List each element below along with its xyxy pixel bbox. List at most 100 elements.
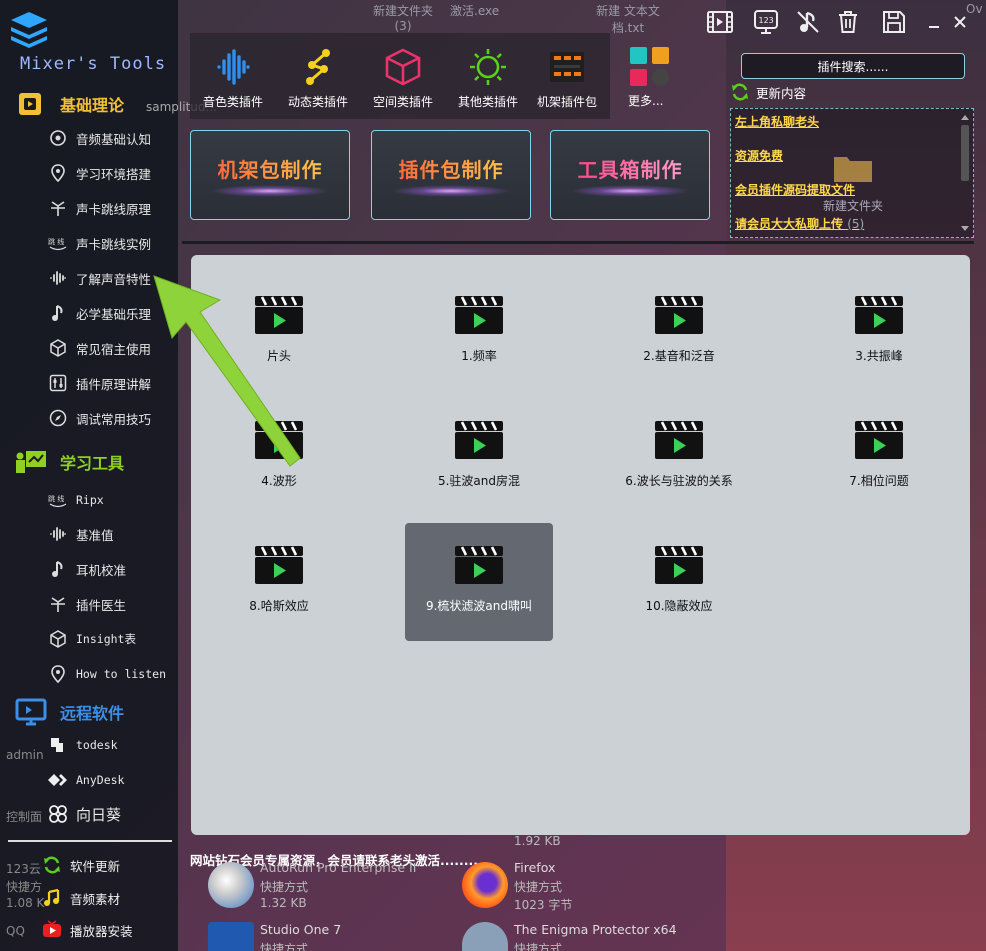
nav-item-label: 插件医生 (76, 597, 127, 613)
desktop-shortcut-label: 快捷方式 (514, 880, 563, 894)
clapperboard-play-icon (455, 421, 503, 459)
nav-item-audio-basics[interactable]: 音频基础认知 (48, 126, 176, 150)
firefox-icon[interactable] (462, 862, 508, 908)
keypad-123-icon[interactable]: 123 (752, 8, 780, 36)
desktop-control-label: 控制面 (6, 810, 43, 824)
video-title: 6.波长与驻波的关系 (625, 474, 733, 488)
rack-icon (545, 45, 589, 89)
category-space-plugins[interactable]: 空间类插件 (360, 33, 446, 119)
toolbox-make-button[interactable]: 工具箱制作 (550, 130, 710, 220)
desktop-size-1023: 1023 字节 (514, 898, 573, 912)
video-title: 7.相位问题 (849, 474, 909, 488)
category-rack-packs[interactable]: 机架插件包 (524, 33, 610, 119)
video-title: 4.波形 (261, 474, 297, 488)
category-dynamic-plugins[interactable]: 动态类插件 (275, 33, 361, 119)
desktop-new-text-line1: 新建 文本文 (596, 4, 660, 18)
pointer-arrow (153, 275, 301, 467)
autorun-disc-icon[interactable] (208, 862, 254, 908)
desktop-qq-label: QQ (6, 924, 25, 938)
nav-item-ripx[interactable]: 跳 线 Ripx (48, 488, 176, 512)
video-tile[interactable]: 8.哈斯效应 (205, 523, 353, 641)
video-tile[interactable]: 9.梳状滤波and啸叫 (405, 523, 553, 641)
todesk-icon (48, 735, 68, 755)
nav-item-label: 音频基础认知 (76, 131, 152, 147)
layers-logo-icon (8, 8, 50, 50)
update-title: 更新内容 (756, 85, 807, 101)
minimize-icon[interactable] (920, 8, 948, 36)
audio-material-label: 音频素材 (70, 891, 121, 907)
plugin-pack-make-button[interactable]: 插件包制作 (371, 130, 531, 220)
folder-icon (833, 153, 873, 183)
update-link[interactable]: 请会员大大私聊上传 (5) (735, 215, 864, 232)
video-title: 9.梳状滤波and啸叫 (425, 599, 533, 613)
desktop-firefox-name[interactable]: Firefox (514, 860, 555, 875)
desktop-admin-label: admin (6, 748, 44, 762)
nav-item-headphone-calibration[interactable]: 耳机校准 (48, 557, 176, 581)
nav-item-todesk[interactable]: todesk (48, 733, 176, 757)
refresh-icon (42, 855, 62, 875)
banner-glow (210, 184, 330, 197)
nav-item-anydesk[interactable]: AnyDesk (48, 768, 176, 792)
audio-material-button[interactable]: 音频素材 (42, 886, 120, 910)
video-tile[interactable]: 10.隐蔽效应 (605, 523, 753, 641)
nav-item-label: 学习环境搭建 (76, 166, 152, 182)
plugin-search-button[interactable]: 插件搜索...... (741, 53, 965, 79)
section-remote[interactable]: 远程软件 (14, 696, 174, 728)
waveform-icon (211, 45, 255, 89)
nav-item-jumper-principle[interactable]: 声卡跳线原理 (48, 196, 176, 220)
category-timbre-plugins[interactable]: 音色类插件 (190, 33, 276, 119)
rack-pack-make-button[interactable]: 机架包制作 (190, 130, 350, 220)
desktop-autorun-name[interactable]: AutoRun Pro Enterprise II (260, 860, 416, 875)
close-icon[interactable] (946, 8, 974, 36)
update-link[interactable]: 会员插件源码提取文件 (735, 181, 855, 198)
video-tile[interactable]: 3.共振峰 (805, 273, 953, 391)
clapperboard-play-icon (655, 546, 703, 584)
cube-icon (48, 629, 68, 649)
desktop-enigma-name[interactable]: The Enigma Protector x64 (514, 922, 677, 937)
refresh-icon[interactable] (730, 82, 750, 102)
desktop-studio-one-name[interactable]: Studio One 7 (260, 922, 341, 937)
desktop-new-folder-ghost: 新建文件夹 (823, 199, 884, 213)
video-tile[interactable]: 2.基音和泛音 (605, 273, 753, 391)
video-tile[interactable]: 6.波长与驻波的关系 (605, 398, 753, 516)
video-tile[interactable]: 5.驻波and房混 (405, 398, 553, 516)
nav-item-how-to-listen[interactable]: How to listen (48, 662, 176, 686)
video-tile[interactable]: 7.相位问题 (805, 398, 953, 516)
nav-item-plugin-doctor[interactable]: 插件医生 (48, 592, 176, 616)
player-install-button[interactable]: 播放器安装 (42, 918, 133, 942)
update-link[interactable]: 资源免费 (735, 147, 783, 164)
scrollbar-thumb[interactable] (961, 125, 969, 181)
video-title: 8.哈斯效应 (249, 599, 309, 613)
update-link-count: (5) (847, 217, 865, 231)
nav-item-env-setup[interactable]: 学习环境搭建 (48, 161, 176, 185)
nav-item-label: todesk (76, 738, 118, 752)
video-icon[interactable] (706, 8, 734, 36)
banner-title: 机架包制作 (218, 154, 323, 183)
jumper-icon: 跳 线 (48, 490, 68, 510)
music-note-icon (42, 888, 62, 908)
update-link[interactable]: 左上角私聊老头 (735, 113, 819, 130)
music-note-icon (48, 559, 68, 579)
clapperboard-play-icon (655, 296, 703, 334)
video-tile[interactable]: 1.频率 (405, 273, 553, 391)
nav-item-label: How to listen (76, 667, 167, 681)
nav-item-reference[interactable]: 基准值 (48, 522, 176, 546)
studio-one-icon[interactable] (208, 922, 254, 951)
svg-text:跳 线: 跳 线 (48, 494, 64, 503)
location-pin-icon (48, 163, 68, 183)
nav-item-sunflower[interactable]: 向日葵 (48, 802, 176, 826)
desktop-kuai-label: 快捷方 (6, 880, 43, 894)
video-title: 3.共振峰 (855, 349, 903, 363)
category-other-plugins[interactable]: 其他类插件 (445, 33, 531, 119)
nav-item-jumper-example[interactable]: 跳 线 声卡跳线实例 (48, 231, 176, 255)
nav-item-insight[interactable]: Insight表 (48, 627, 176, 651)
category-label: 空间类插件 (372, 95, 433, 109)
more-button-label[interactable]: 更多... (628, 92, 663, 109)
update-scrollbar[interactable] (959, 111, 971, 235)
youtube-icon (42, 920, 62, 940)
save-icon[interactable] (880, 8, 908, 36)
trash-icon[interactable] (834, 8, 862, 36)
sliders-icon (48, 373, 68, 393)
mute-note-icon[interactable] (794, 8, 822, 36)
software-update-button[interactable]: 软件更新 (42, 853, 120, 877)
